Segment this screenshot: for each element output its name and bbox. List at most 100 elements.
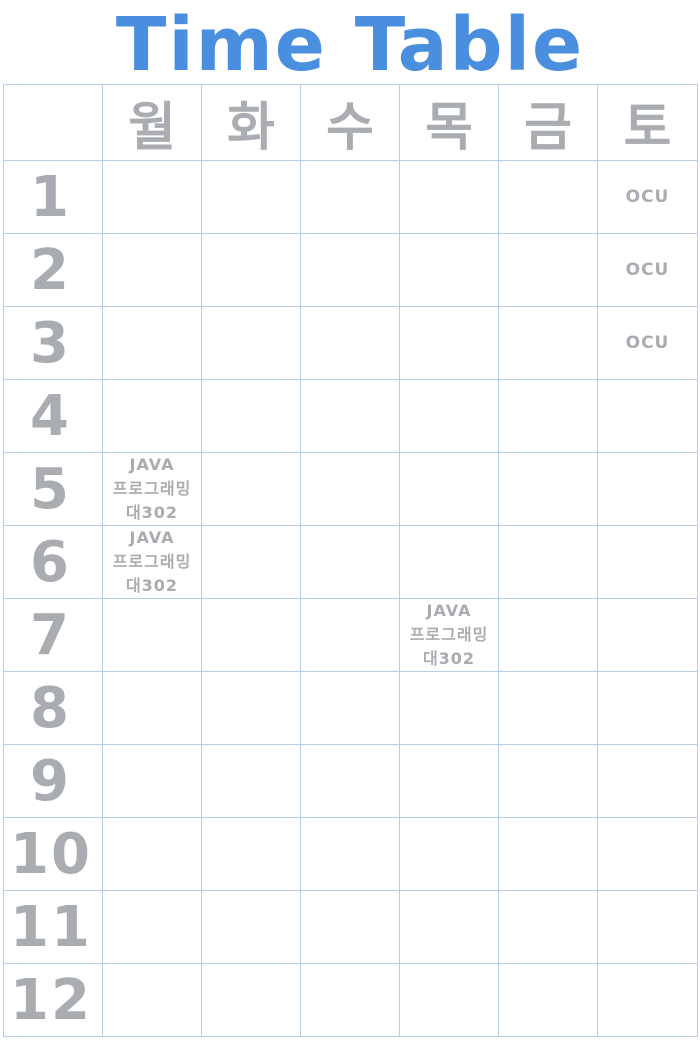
cell[interactable] <box>498 598 598 672</box>
cell[interactable] <box>201 525 301 599</box>
cell[interactable] <box>498 160 598 234</box>
cell[interactable] <box>300 452 400 526</box>
class-name: JAVA <box>426 601 472 620</box>
day-header-thu: 목 <box>399 84 499 161</box>
cell[interactable] <box>498 963 598 1037</box>
cell[interactable] <box>498 525 598 599</box>
cell[interactable] <box>399 890 499 964</box>
cell[interactable] <box>102 817 202 891</box>
cell[interactable] <box>597 817 698 891</box>
period-row-3: 3 OCU <box>3 306 698 380</box>
cell[interactable] <box>498 744 598 818</box>
cell[interactable] <box>201 890 301 964</box>
class-subject: 프로그래밍 <box>112 479 192 498</box>
cell[interactable] <box>399 671 499 745</box>
cell[interactable] <box>102 598 202 672</box>
cell[interactable] <box>498 817 598 891</box>
period-label: 7 <box>3 598 103 672</box>
cell[interactable] <box>102 160 202 234</box>
period-label: 2 <box>3 233 103 307</box>
cell[interactable] <box>399 233 499 307</box>
day-header-tue: 화 <box>201 84 301 161</box>
cell[interactable] <box>399 379 499 453</box>
class-label: OCU <box>625 187 670 207</box>
cell[interactable] <box>597 890 698 964</box>
cell[interactable] <box>300 233 400 307</box>
cell[interactable] <box>300 525 400 599</box>
cell[interactable] <box>498 890 598 964</box>
class-subject: 프로그래밍 <box>112 552 192 571</box>
day-header-fri: 금 <box>498 84 598 161</box>
cell[interactable] <box>300 160 400 234</box>
cell[interactable] <box>201 379 301 453</box>
cell[interactable] <box>102 890 202 964</box>
cell[interactable] <box>300 671 400 745</box>
cell[interactable] <box>498 379 598 453</box>
cell[interactable] <box>498 233 598 307</box>
cell[interactable] <box>300 379 400 453</box>
period-label: 6 <box>3 525 103 599</box>
cell[interactable] <box>597 671 698 745</box>
class-subject: 프로그래밍 <box>409 625 489 644</box>
period-label: 3 <box>3 306 103 380</box>
cell[interactable] <box>201 671 301 745</box>
cell[interactable] <box>201 817 301 891</box>
class-cell-mon-5[interactable]: JAVA 프로그래밍 대302 <box>102 452 202 526</box>
cell[interactable] <box>597 744 698 818</box>
period-row-1: 1 OCU <box>3 160 698 234</box>
cell[interactable] <box>597 452 698 526</box>
cell[interactable] <box>498 452 598 526</box>
period-label: 12 <box>3 963 103 1037</box>
class-name: JAVA <box>129 528 175 547</box>
period-row-10: 10 <box>3 817 698 891</box>
cell[interactable] <box>597 963 698 1037</box>
cell[interactable] <box>201 744 301 818</box>
cell[interactable] <box>399 160 499 234</box>
period-label: 11 <box>3 890 103 964</box>
cell[interactable] <box>201 233 301 307</box>
cell[interactable] <box>102 233 202 307</box>
cell[interactable] <box>300 963 400 1037</box>
cell[interactable] <box>102 306 202 380</box>
day-header-wed: 수 <box>300 84 400 161</box>
cell[interactable] <box>399 744 499 818</box>
cell[interactable] <box>300 890 400 964</box>
cell[interactable] <box>498 671 598 745</box>
cell[interactable] <box>399 817 499 891</box>
cell[interactable] <box>498 306 598 380</box>
day-header-mon: 월 <box>102 84 202 161</box>
cell[interactable] <box>201 452 301 526</box>
cell[interactable] <box>102 963 202 1037</box>
cell[interactable] <box>201 963 301 1037</box>
cell[interactable] <box>399 525 499 599</box>
cell[interactable] <box>399 963 499 1037</box>
corner-cell <box>3 84 103 161</box>
cell[interactable] <box>201 306 301 380</box>
class-cell-sat-2[interactable]: OCU <box>597 233 698 307</box>
class-cell-thu-7[interactable]: JAVA 프로그래밍 대302 <box>399 598 499 672</box>
cell[interactable] <box>597 525 698 599</box>
cell[interactable] <box>399 452 499 526</box>
cell[interactable] <box>300 306 400 380</box>
cell[interactable] <box>102 379 202 453</box>
class-cell-sat-3[interactable]: OCU <box>597 306 698 380</box>
cell[interactable] <box>102 671 202 745</box>
header-row: 월 화 수 목 금 토 <box>3 84 698 161</box>
class-cell-sat-1[interactable]: OCU <box>597 160 698 234</box>
cell[interactable] <box>597 379 698 453</box>
cell[interactable] <box>300 598 400 672</box>
period-row-2: 2 OCU <box>3 233 698 307</box>
cell[interactable] <box>597 598 698 672</box>
cell[interactable] <box>201 598 301 672</box>
cell[interactable] <box>300 817 400 891</box>
class-label: OCU <box>625 333 670 353</box>
period-label: 8 <box>3 671 103 745</box>
period-row-6: 6 JAVA 프로그래밍 대302 <box>3 525 698 599</box>
cell[interactable] <box>201 160 301 234</box>
cell[interactable] <box>399 306 499 380</box>
cell[interactable] <box>102 744 202 818</box>
cell[interactable] <box>300 744 400 818</box>
period-label: 5 <box>3 452 103 526</box>
period-row-11: 11 <box>3 890 698 964</box>
class-cell-mon-6[interactable]: JAVA 프로그래밍 대302 <box>102 525 202 599</box>
